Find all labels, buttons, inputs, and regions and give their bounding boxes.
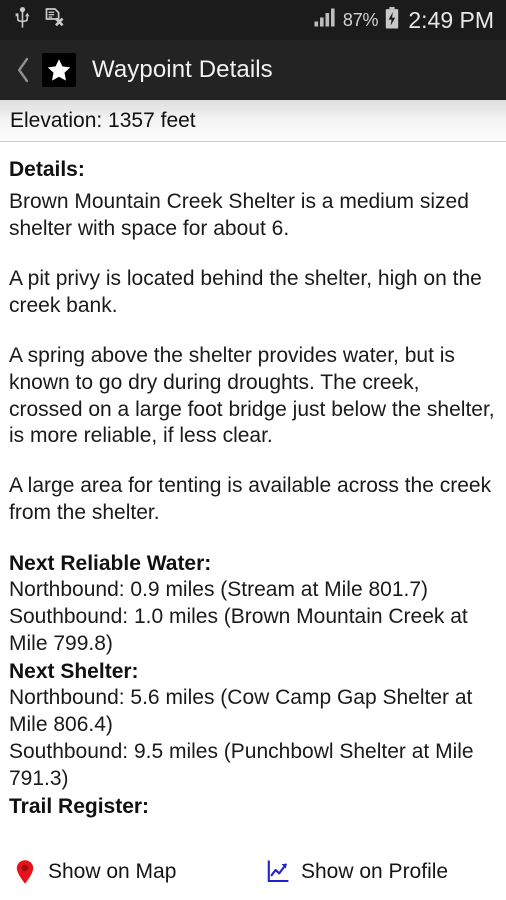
next-shelter-northbound: Northbound: 5.6 miles (Cow Camp Gap Shel… (9, 686, 473, 737)
next-shelter-heading: Next Shelter: (9, 659, 139, 683)
status-bar: 87% 2:49 PM (0, 0, 506, 40)
details-heading: Details: (9, 158, 85, 181)
trail-register-heading: Trail Register: (9, 794, 150, 818)
map-pin-icon (14, 859, 36, 885)
next-reliable-water-heading: Next Reliable Water: (9, 552, 212, 576)
next-reliable-water-southbound: Southbound: 1.0 miles (Brown Mountain Cr… (9, 605, 468, 656)
action-bar: Waypoint Details (0, 40, 506, 100)
bottom-action-bar: Show on Map Show on Profile (0, 844, 506, 900)
line-chart-icon (267, 859, 289, 885)
content-fade-overlay (0, 822, 506, 844)
elevation-label: Elevation: 1357 feet (10, 108, 196, 132)
show-on-profile-button[interactable]: Show on Profile (253, 844, 506, 900)
show-on-map-button[interactable]: Show on Map (0, 844, 253, 900)
next-shelter-southbound: Southbound: 9.5 miles (Punchbowl Shelter… (9, 740, 474, 790)
details-paragraph-4: A large area for tenting is available ac… (9, 474, 492, 525)
details-paragraph-3: A spring above the shelter provides wate… (9, 343, 495, 448)
usb-icon (14, 6, 31, 34)
next-reliable-water-northbound: Northbound: 0.9 miles (Stream at Mile 80… (9, 578, 429, 602)
show-on-profile-label: Show on Profile (301, 860, 449, 883)
phone-screen: 87% 2:49 PM Waypoint Details Elevation: … (0, 0, 506, 900)
battery-percent-label: 87% (342, 9, 379, 30)
show-on-map-label: Show on Map (48, 860, 177, 883)
elevation-strip: Elevation: 1357 feet (0, 100, 506, 142)
battery-charging-icon (385, 6, 399, 34)
details-scroll-content[interactable]: Details: Brown Mountain Creek Shelter is… (0, 142, 506, 844)
status-bar-left-icons (14, 6, 64, 34)
details-paragraph-1: Brown Mountain Creek Shelter is a medium… (9, 190, 469, 241)
clock-label: 2:49 PM (408, 6, 494, 33)
details-paragraph-2: A pit privy is located behind the shelte… (9, 267, 482, 317)
star-icon[interactable] (42, 53, 76, 87)
status-bar-right-icons: 87% 2:49 PM (314, 6, 494, 34)
back-chevron-icon[interactable] (10, 40, 36, 100)
signal-bars-icon (314, 8, 336, 32)
no-sd-card-icon (45, 7, 64, 34)
page-title: Waypoint Details (92, 56, 273, 83)
